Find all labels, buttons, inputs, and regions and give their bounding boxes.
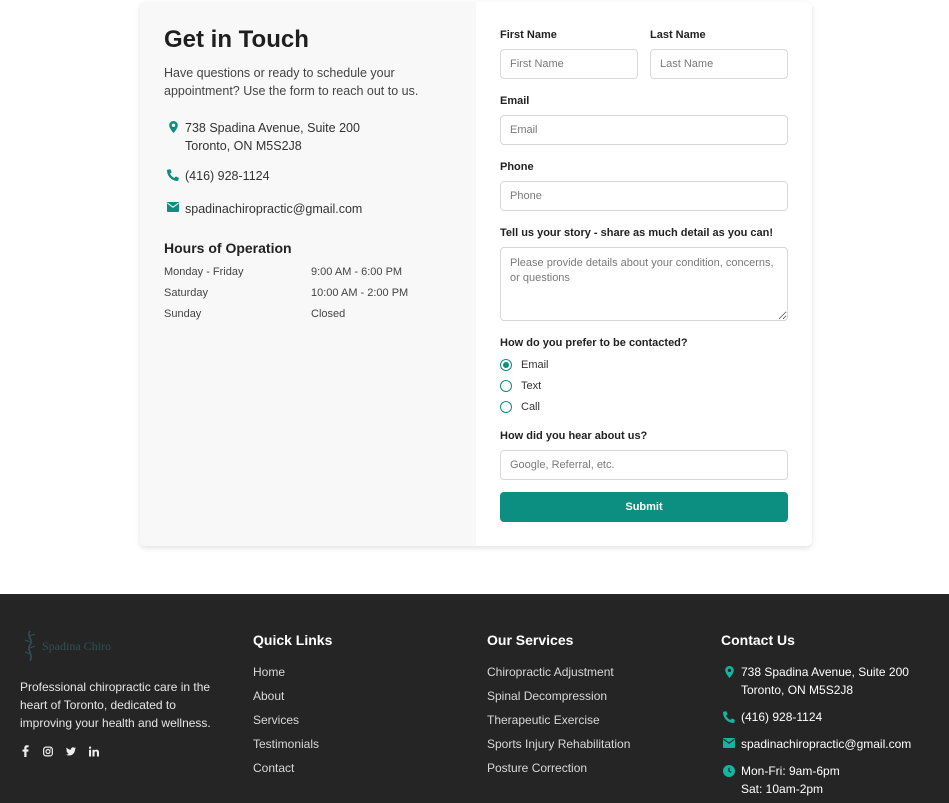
radio-option-email[interactable]: Email (500, 359, 549, 371)
social-links (20, 745, 99, 757)
radio-label: Text (521, 380, 542, 392)
story-label: Tell us your story - share as much detai… (500, 227, 774, 239)
first-name-field[interactable] (500, 49, 638, 79)
email-item: spadinachiropractic@gmail.com (164, 200, 362, 218)
phone-text[interactable]: (416) 928-1124 (185, 167, 270, 185)
footer-link-home[interactable]: Home (253, 665, 285, 679)
radio-button[interactable] (500, 401, 512, 413)
service-link[interactable]: Sports Injury Rehabilitation (487, 737, 630, 751)
footer-hours-line-2: Sat: 10am-2pm (741, 782, 824, 796)
service-link[interactable]: Chiropractic Adjustment (487, 665, 614, 679)
spine-logo-icon (24, 630, 36, 662)
last-name-label: Last Name (650, 29, 706, 41)
phone-field[interactable] (500, 181, 788, 211)
hours-heading: Hours of Operation (164, 240, 292, 256)
radio-label: Email (521, 359, 549, 371)
radio-button[interactable] (500, 359, 512, 371)
radio-option-text[interactable]: Text (500, 380, 541, 392)
radio-button[interactable] (500, 380, 512, 392)
first-name-label: First Name (500, 29, 557, 41)
radio-label: Call (521, 401, 540, 413)
contact-card: Get in Touch Have questions or ready to … (140, 2, 812, 546)
instagram-icon[interactable] (43, 745, 53, 757)
hours-time: Closed (311, 308, 346, 320)
submit-button[interactable]: Submit (500, 492, 788, 522)
email-text[interactable]: spadinachiropractic@gmail.com (185, 200, 362, 218)
email-field[interactable] (500, 115, 788, 145)
phone-label: Phone (500, 161, 534, 173)
hours-day: Monday - Friday (164, 266, 244, 278)
logo-text: Spadina Chiro (42, 638, 111, 653)
service-link[interactable]: Spinal Decompression (487, 689, 607, 703)
radio-option-call[interactable]: Call (500, 401, 540, 413)
hours-day: Saturday (164, 287, 209, 299)
intro-text: Have questions or ready to schedule your… (164, 66, 419, 98)
phone-icon (721, 708, 737, 723)
envelope-icon (164, 200, 182, 212)
footer-link-about[interactable]: About (253, 689, 284, 703)
contact-pref-label: How do you prefer to be contacted? (500, 337, 688, 349)
page-title: Get in Touch (164, 26, 309, 53)
footer-phone: (416) 928-1124 (721, 708, 822, 726)
map-pin-icon (164, 119, 182, 133)
twitter-icon[interactable] (66, 745, 76, 757)
hours-day: Sunday (164, 308, 202, 320)
address-line-2: Toronto, ON M5S2J8 (185, 139, 302, 153)
phone-icon (164, 167, 182, 181)
footer-link-testimonials[interactable]: Testimonials (253, 737, 319, 751)
map-pin-icon (721, 663, 737, 678)
referral-label: How did you hear about us? (500, 430, 648, 442)
envelope-icon (721, 735, 737, 748)
address-item: 738 Spadina Avenue, Suite 200 Toronto, O… (164, 119, 360, 155)
footer-hours: Mon-Fri: 9am-6pm Sat: 10am-2pm (721, 762, 840, 798)
linkedin-icon[interactable] (89, 745, 99, 757)
phone-item: (416) 928-1124 (164, 167, 270, 185)
email-label: Email (500, 95, 530, 107)
story-textarea[interactable] (500, 247, 788, 321)
contact-form: First Name Last Name Email Phone Tell us… (476, 2, 812, 546)
footer-phone-text[interactable]: (416) 928-1124 (741, 708, 822, 726)
hours-time: 9:00 AM - 6:00 PM (311, 266, 403, 278)
contact-heading: Contact Us (721, 632, 795, 648)
referral-field[interactable] (500, 450, 788, 480)
clock-icon (721, 762, 737, 777)
footer-address: 738 Spadina Avenue, Suite 200 Toronto, O… (721, 663, 909, 699)
service-link[interactable]: Posture Correction (487, 761, 587, 775)
facebook-icon[interactable] (20, 745, 30, 757)
site-footer: Spadina Chiro Professional chiropractic … (0, 594, 949, 803)
footer-logo[interactable]: Spadina Chiro (22, 630, 111, 662)
contact-info-panel: Get in Touch Have questions or ready to … (140, 2, 476, 546)
footer-email-text[interactable]: spadinachiropractic@gmail.com (741, 735, 911, 753)
footer-description: Professional chiropractic care in the he… (20, 680, 211, 730)
footer-address-line-2: Toronto, ON M5S2J8 (741, 683, 854, 697)
address-line-1: 738 Spadina Avenue, Suite 200 (185, 121, 360, 135)
footer-address-line-1: 738 Spadina Avenue, Suite 200 (741, 665, 909, 679)
services-heading: Our Services (487, 632, 574, 648)
footer-link-services[interactable]: Services (253, 713, 299, 727)
hours-time: 10:00 AM - 2:00 PM (311, 287, 409, 299)
footer-hours-line-1: Mon-Fri: 9am-6pm (741, 764, 840, 778)
last-name-field[interactable] (650, 49, 788, 79)
quick-links-heading: Quick Links (253, 632, 333, 648)
service-link[interactable]: Therapeutic Exercise (487, 713, 600, 727)
footer-email: spadinachiropractic@gmail.com (721, 735, 911, 753)
footer-link-contact[interactable]: Contact (253, 761, 294, 775)
